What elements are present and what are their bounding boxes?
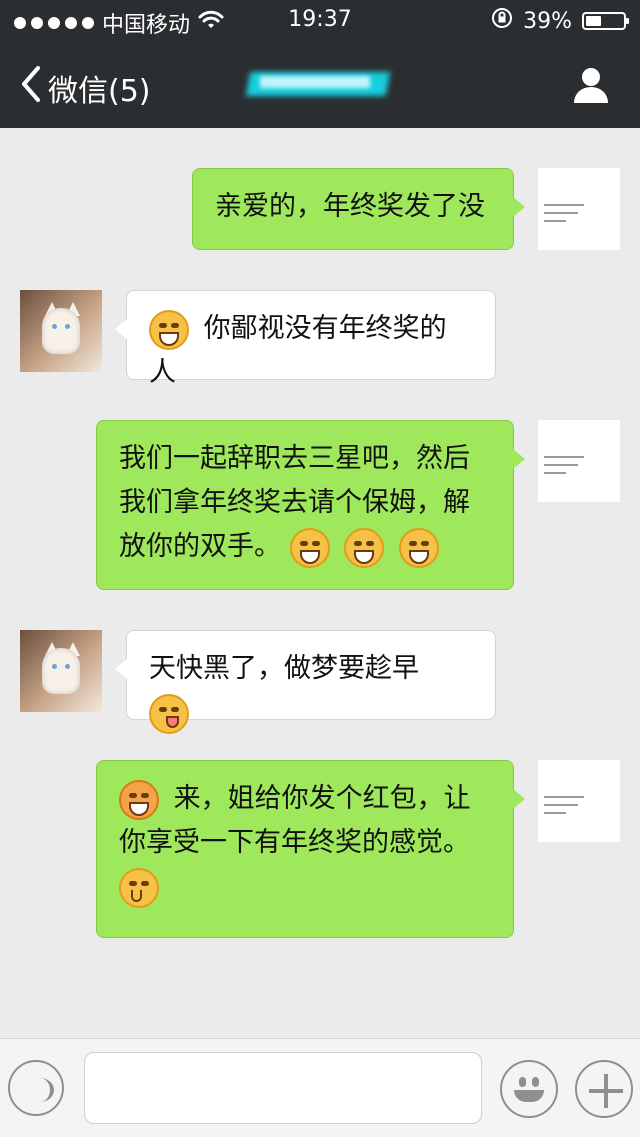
back-label: 微信(5) [48, 74, 151, 109]
message-bubble[interactable]: 天快黑了，做梦要趁早 [115, 630, 496, 734]
message-bubble[interactable]: 你鄙视没有年终奖的人 [115, 290, 496, 388]
grin-icon [289, 527, 330, 568]
chevron-left-icon [20, 64, 42, 112]
status-right: 39% [491, 7, 629, 35]
wink-icon [149, 693, 189, 734]
laughing-icon [149, 309, 189, 350]
my-avatar[interactable] [538, 168, 620, 250]
emoji-button[interactable] [500, 1060, 558, 1118]
message-text: 天快黑了，做梦要趁早 [149, 653, 419, 684]
grin-icon [398, 527, 439, 568]
message-text: 亲爱的，年终奖发了没 [215, 191, 485, 222]
status-bar: 中国移动 19:37 39% [0, 0, 640, 40]
message-text: 你鄙视没有年终奖的人 [149, 313, 447, 388]
person-icon [572, 68, 610, 108]
profile-button[interactable] [572, 66, 610, 108]
message-input[interactable] [84, 1052, 482, 1124]
battery-percent: 39% [523, 8, 572, 34]
chat-header: 微信(5) [0, 40, 640, 128]
message-bubble[interactable]: 来，姐给你发个红包，让你享受一下有年终奖的感觉。 [96, 760, 525, 938]
contact-avatar[interactable] [20, 630, 102, 712]
my-avatar[interactable] [538, 420, 620, 502]
battery-icon [582, 12, 629, 30]
add-icon[interactable] [575, 1060, 633, 1118]
orientation-lock-icon [491, 7, 513, 35]
input-bar [0, 1038, 640, 1137]
contact-avatar[interactable] [20, 290, 102, 372]
voice-button[interactable] [8, 1060, 64, 1116]
message-bubble[interactable]: 亲爱的，年终奖发了没 [192, 168, 525, 250]
snail-icon [119, 779, 159, 820]
back-button[interactable]: 微信(5) [20, 64, 151, 112]
my-avatar[interactable] [538, 760, 620, 842]
thinking-icon [119, 867, 159, 908]
message-text: 来，姐给你发个红包，让你享受一下有年终奖的感觉。 [119, 783, 471, 858]
chat-title-obscured [245, 70, 398, 98]
grin-icon [344, 527, 385, 568]
message-bubble[interactable]: 我们一起辞职去三星吧，然后我们拿年终奖去请个保姆，解放你的双手。 [96, 420, 525, 590]
voice-icon [26, 1078, 54, 1102]
